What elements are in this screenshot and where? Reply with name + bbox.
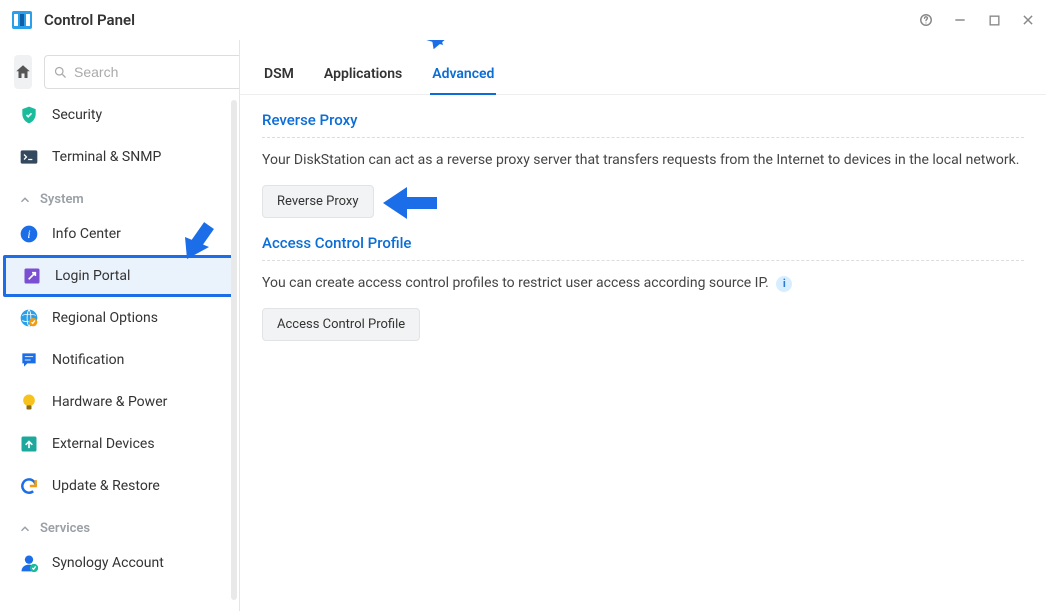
info-badge-icon[interactable]: i [776, 276, 792, 292]
sidebar-item-label: Login Portal [55, 268, 130, 284]
sidebar-scrollbar[interactable] [231, 100, 237, 600]
sidebar-item-notification[interactable]: Notification [0, 339, 239, 381]
tab-advanced[interactable]: Advanced [430, 58, 496, 94]
sidebar-item-label: Terminal & SNMP [52, 149, 161, 165]
sidebar-item-regional[interactable]: Regional Options [0, 297, 239, 339]
tab-bar: DSM Applications Advanced [240, 52, 1046, 95]
section-title: Reverse Proxy [262, 111, 1024, 138]
user-icon [18, 552, 40, 574]
minimize-icon[interactable] [952, 12, 968, 28]
help-icon[interactable] [918, 12, 934, 28]
tab-applications[interactable]: Applications [322, 58, 404, 94]
access-control-profile-button[interactable]: Access Control Profile [262, 308, 420, 341]
sidebar-item-security[interactable]: Security [0, 94, 239, 136]
refresh-icon [18, 475, 40, 497]
sidebar: Security Terminal & SNMP System i Info C… [0, 40, 240, 611]
sidebar-item-label: Security [52, 107, 102, 123]
section-description: You can create access control profiles t… [262, 273, 1024, 294]
sidebar-item-label: Update & Restore [52, 478, 160, 494]
tab-dsm[interactable]: DSM [262, 58, 296, 94]
search-icon [53, 65, 68, 80]
sidebar-item-hardware[interactable]: Hardware & Power [0, 381, 239, 423]
sidebar-item-label: Regional Options [52, 310, 158, 326]
sidebar-item-label: Hardware & Power [52, 394, 167, 410]
upload-icon [18, 433, 40, 455]
sidebar-group-label: System [40, 192, 84, 207]
section-title: Access Control Profile [262, 234, 1024, 261]
sidebar-item-label: Info Center [52, 226, 121, 242]
sidebar-item-update[interactable]: Update & Restore [0, 465, 239, 507]
sidebar-item-info-center[interactable]: i Info Center [0, 213, 239, 255]
shield-icon [18, 104, 40, 126]
search-input[interactable] [74, 64, 240, 80]
section-reverse-proxy: Reverse Proxy Your DiskStation can act a… [240, 95, 1046, 218]
reverse-proxy-button[interactable]: Reverse Proxy [262, 185, 374, 218]
svg-text:i: i [27, 228, 30, 241]
title-bar: Control Panel [0, 0, 1046, 40]
section-description: Your DiskStation can act as a reverse pr… [262, 150, 1024, 171]
info-icon: i [18, 223, 40, 245]
sidebar-item-label: Synology Account [52, 555, 164, 571]
sidebar-item-label: External Devices [52, 436, 155, 452]
chevron-up-icon [18, 193, 32, 207]
chevron-up-icon [18, 522, 32, 536]
window-title: Control Panel [44, 11, 135, 29]
home-button[interactable] [14, 55, 32, 89]
globe-icon [18, 307, 40, 329]
chat-icon [18, 349, 40, 371]
window-controls [918, 12, 1036, 28]
main-content: DSM Applications Advanced Reverse Proxy … [240, 40, 1046, 611]
terminal-icon [18, 146, 40, 168]
sidebar-item-login-portal[interactable]: Login Portal [3, 255, 236, 297]
bulb-icon [18, 391, 40, 413]
maximize-icon[interactable] [986, 12, 1002, 28]
sidebar-item-external[interactable]: External Devices [0, 423, 239, 465]
sidebar-group-system[interactable]: System [0, 178, 239, 213]
sidebar-group-label: Services [40, 521, 90, 536]
search-input-wrap[interactable] [44, 55, 240, 89]
sidebar-item-terminal[interactable]: Terminal & SNMP [0, 136, 239, 178]
sidebar-item-label: Notification [52, 352, 124, 368]
sidebar-group-services[interactable]: Services [0, 507, 239, 542]
control-panel-icon [10, 8, 34, 32]
close-icon[interactable] [1020, 12, 1036, 28]
login-portal-icon [21, 265, 43, 287]
section-access-control: Access Control Profile You can create ac… [240, 218, 1046, 341]
sidebar-item-synology-account[interactable]: Synology Account [0, 542, 239, 584]
